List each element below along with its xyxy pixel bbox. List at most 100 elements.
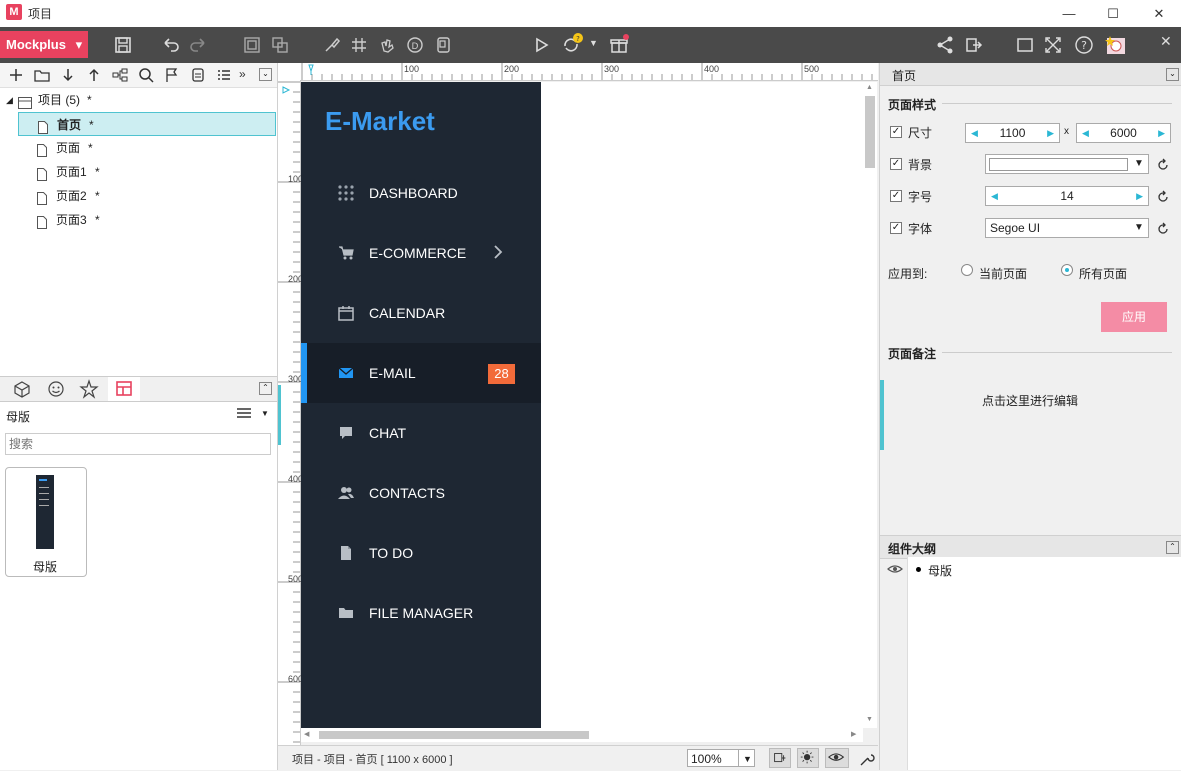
increment-icon[interactable]: ▶ — [1136, 187, 1143, 205]
vertical-scrollbar[interactable]: ▲ ▼ — [863, 82, 877, 728]
user-avatar-icon[interactable] — [1103, 33, 1127, 57]
brightness-icon[interactable] — [797, 748, 819, 768]
size-checkbox[interactable]: ✓ — [890, 126, 902, 138]
scroll-down-icon[interactable]: ▼ — [866, 716, 873, 723]
scroll-right-icon[interactable]: ▶ — [851, 730, 856, 738]
gift-icon[interactable] — [607, 33, 631, 57]
decrement-icon[interactable]: ◀ — [1082, 124, 1089, 142]
master-item-card[interactable]: 母版 — [5, 467, 87, 577]
hierarchy-icon[interactable] — [111, 66, 129, 84]
more-icon[interactable]: » — [239, 67, 246, 81]
sidebar-master-widget[interactable]: E-Market DASHBOARD E-COMMERCE CALENDAR E-MA… — [301, 82, 541, 728]
export-icon[interactable] — [961, 33, 985, 57]
menu-icon[interactable] — [236, 406, 252, 420]
fit-page-icon[interactable] — [769, 748, 791, 768]
nav-item[interactable]: E-MAIL 28 — [301, 343, 541, 403]
brand-menu-button[interactable]: Mockplus ▾ — [0, 31, 88, 58]
apply-button[interactable]: 应用 — [1101, 302, 1167, 332]
tools-icon[interactable] — [857, 750, 875, 768]
height-stepper[interactable]: ◀ 6000 ▶ — [1076, 123, 1171, 143]
save-icon[interactable] — [111, 33, 135, 57]
close-panel-icon[interactable]: ✕ — [1160, 33, 1172, 50]
zoom-select[interactable]: 100% ▼ — [687, 749, 755, 767]
share-icon[interactable] — [933, 33, 957, 57]
outline-item-label[interactable]: 母版 — [928, 562, 952, 579]
list-icon[interactable] — [215, 66, 233, 84]
nav-item[interactable]: E-COMMERCE — [301, 223, 541, 283]
close-window-button[interactable]: ✕ — [1136, 0, 1181, 27]
collapse-icon[interactable]: ⌃ — [1166, 541, 1179, 554]
vertical-scroll-thumb[interactable] — [865, 96, 875, 168]
move-down-icon[interactable] — [59, 66, 77, 84]
width-stepper[interactable]: ◀ 1100 ▶ — [965, 123, 1060, 143]
fullscreen-icon[interactable] — [1041, 33, 1065, 57]
design-page[interactable]: E-Market DASHBOARD E-COMMERCE CALENDAR E-MA… — [301, 82, 863, 728]
grid-toggle-icon[interactable] — [347, 33, 371, 57]
tree-page-item[interactable]: 首页 * — [18, 112, 276, 136]
collapse-icon[interactable]: ⌄ — [1166, 68, 1179, 81]
reset-icon[interactable] — [1156, 190, 1170, 204]
all-pages-radio[interactable] — [1061, 264, 1073, 276]
collapse-library-icon[interactable]: ⌃ — [259, 382, 272, 395]
reset-icon[interactable] — [1156, 158, 1170, 172]
collapse-icon[interactable]: ⌄ — [259, 68, 272, 81]
zoom-dropdown-icon[interactable]: ▼ — [738, 750, 756, 766]
minimize-button[interactable]: — — [1046, 0, 1092, 27]
horizontal-scrollbar[interactable]: ◀ ▶ — [301, 728, 863, 742]
font-size-stepper[interactable]: ◀ 14 ▶ — [985, 186, 1149, 206]
sync-dropdown-icon[interactable]: ▼ — [589, 38, 598, 48]
menu-dropdown-icon[interactable]: ▼ — [261, 409, 269, 418]
nav-item[interactable]: FILE MANAGER — [301, 583, 541, 643]
help-icon[interactable]: ? — [1072, 33, 1096, 57]
search-icon[interactable] — [137, 66, 155, 84]
master-search-input[interactable] — [5, 433, 271, 455]
right-panel-splitter[interactable] — [880, 380, 884, 450]
dropdown-icon[interactable]: ▼ — [1134, 155, 1144, 173]
expand-triangle-icon[interactable]: ◢ — [6, 88, 13, 112]
preview-play-icon[interactable] — [529, 33, 553, 57]
sync-icon[interactable]: ? — [559, 33, 583, 57]
format-brush-icon[interactable] — [320, 33, 344, 57]
window-mode-icon[interactable] — [1013, 33, 1037, 57]
components-tab[interactable] — [6, 377, 38, 401]
tree-page-item[interactable]: 页面2 * — [18, 184, 276, 208]
add-page-icon[interactable] — [7, 66, 25, 84]
background-color-select[interactable]: ▼ — [985, 154, 1149, 174]
decrement-icon[interactable]: ◀ — [971, 124, 978, 142]
nav-item[interactable]: CONTACTS — [301, 463, 541, 523]
maximize-button[interactable]: ☐ — [1090, 0, 1136, 27]
favorites-tab[interactable] — [73, 377, 105, 401]
tree-page-item[interactable]: 页面3 * — [18, 208, 276, 232]
visibility-eye-icon[interactable] — [825, 748, 849, 768]
increment-icon[interactable]: ▶ — [1047, 124, 1054, 142]
dynamic-panel-icon[interactable]: D — [403, 33, 427, 57]
all-pages-option[interactable]: 所有页面 — [1079, 265, 1127, 282]
tree-root[interactable]: ◢ 项目 (5) * — [0, 88, 276, 112]
ungroup-icon[interactable] — [268, 33, 292, 57]
move-up-icon[interactable] — [85, 66, 103, 84]
left-panel-splitter[interactable] — [278, 385, 281, 445]
increment-icon[interactable]: ▶ — [1158, 124, 1165, 142]
undo-icon[interactable] — [159, 33, 183, 57]
decrement-icon[interactable]: ◀ — [991, 187, 998, 205]
background-checkbox[interactable]: ✓ — [890, 158, 902, 170]
interaction-icon[interactable] — [375, 33, 399, 57]
nav-item[interactable]: CALENDAR — [301, 283, 541, 343]
flag-icon[interactable] — [163, 66, 181, 84]
current-page-option[interactable]: 当前页面 — [979, 265, 1027, 282]
nav-item[interactable]: CHAT — [301, 403, 541, 463]
current-page-radio[interactable] — [961, 264, 973, 276]
page-notes-editor[interactable]: 点击这里进行编辑 — [982, 392, 1078, 409]
tree-page-item[interactable]: 页面1 * — [18, 160, 276, 184]
page-link-icon[interactable] — [431, 33, 455, 57]
font-checkbox[interactable]: ✓ — [890, 222, 902, 234]
masters-tab[interactable] — [108, 377, 140, 401]
new-folder-icon[interactable] — [33, 66, 51, 84]
visibility-eye-icon[interactable] — [887, 563, 903, 575]
scroll-left-icon[interactable]: ◀ — [304, 730, 309, 738]
tree-page-item[interactable]: 页面 * — [18, 136, 276, 160]
page-notes-icon[interactable] — [189, 66, 207, 84]
group-icon[interactable] — [240, 33, 264, 57]
horizontal-scroll-thumb[interactable] — [319, 731, 589, 739]
font-select[interactable]: Segoe UI ▼ — [985, 218, 1149, 238]
